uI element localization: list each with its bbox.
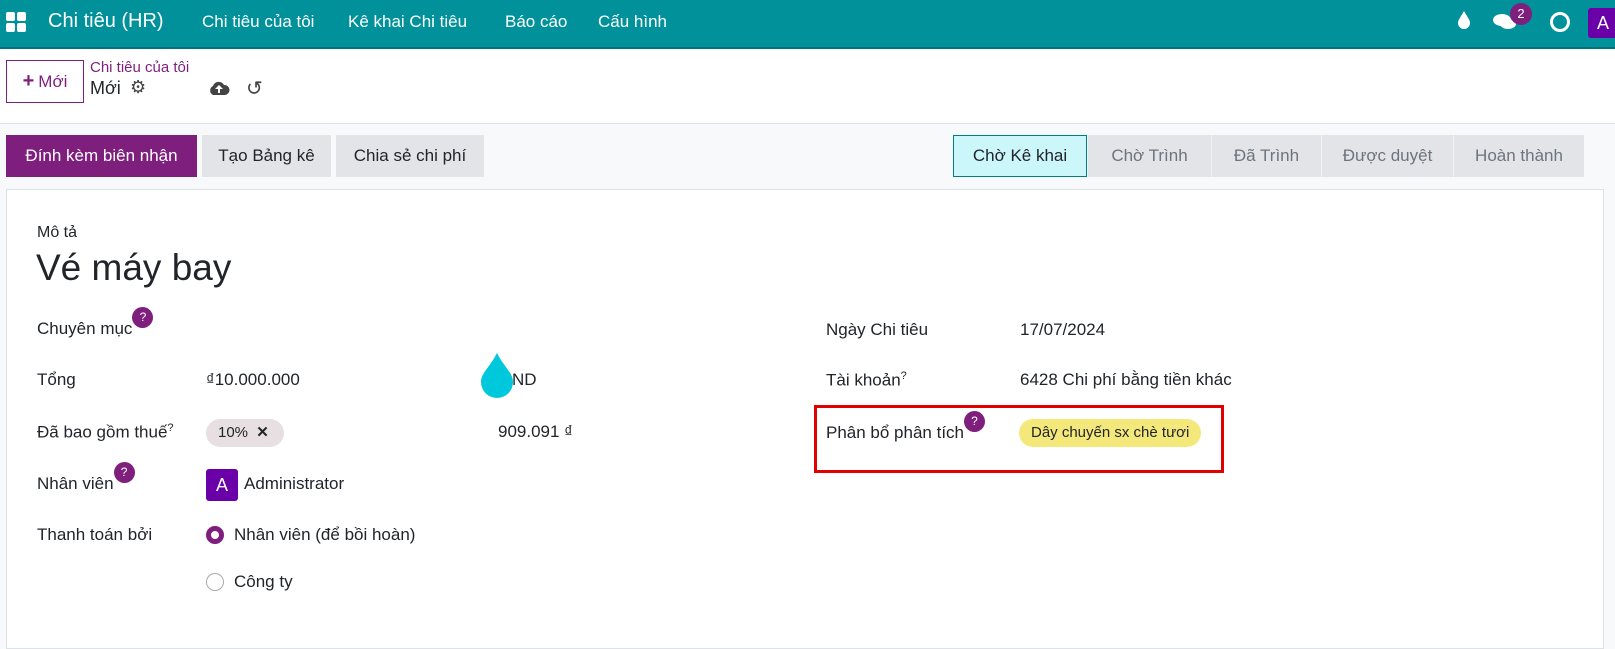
paid-by-company-label[interactable]: Công ty: [234, 572, 293, 592]
apps-menu-icon[interactable]: [6, 12, 26, 32]
paid-by-label: Thanh toán bởi: [37, 525, 153, 544]
menu-configuration[interactable]: Cấu hình: [598, 12, 667, 32]
tax-tag[interactable]: 10% ✕: [206, 419, 284, 447]
tax-amount: 909.091 ₫: [498, 422, 573, 441]
menu-reporting[interactable]: Báo cáo: [505, 12, 567, 32]
description-label: Mô tả: [37, 224, 78, 241]
paid-by-employee-radio[interactable]: [206, 526, 224, 544]
help-icon[interactable]: ?: [901, 370, 907, 382]
employee-input[interactable]: Administrator: [244, 474, 344, 494]
plus-icon: +: [22, 70, 35, 92]
new-button[interactable]: + Mới: [6, 60, 84, 103]
date-input[interactable]: 17/07/2024: [1020, 320, 1105, 340]
employee-label: Nhân viên?: [37, 462, 135, 494]
stage-done[interactable]: Hoàn thành: [1453, 135, 1584, 177]
discard-icon[interactable]: ↺: [246, 76, 263, 101]
gear-icon[interactable]: ⚙: [130, 77, 146, 98]
description-input[interactable]: Vé máy bay: [36, 247, 231, 289]
help-icon[interactable]: ?: [113, 462, 135, 483]
paid-by-company-radio[interactable]: [206, 573, 224, 591]
drop-cursor-icon: [481, 353, 513, 398]
remove-tag-icon[interactable]: ✕: [256, 424, 269, 441]
cloud-upload-icon[interactable]: [208, 80, 230, 96]
tax-label: Đã bao gồm thuế?: [37, 422, 174, 442]
control-panel: + Mới Chi tiêu của tôi Mới ⚙ ↺: [0, 49, 1615, 124]
menu-expense-reports[interactable]: Kê khai Chi tiêu: [348, 12, 467, 32]
analytic-tag[interactable]: Dây chuyến sx chè tươi: [1019, 419, 1202, 447]
help-icon[interactable]: ?: [167, 422, 173, 434]
user-avatar[interactable]: A: [1588, 8, 1615, 38]
analytic-label: Phân bổ phân tích?: [826, 411, 986, 443]
breadcrumb-parent[interactable]: Chi tiêu của tôi: [90, 59, 189, 76]
account-input[interactable]: 6428 Chi phí bằng tiền khác: [1020, 370, 1232, 390]
top-navbar: Chi tiêu (HR) Chi tiêu của tôi Kê khai C…: [0, 0, 1615, 49]
currency-field[interactable]: ND: [512, 370, 537, 390]
help-icon[interactable]: ?: [964, 411, 986, 432]
create-report-button[interactable]: Tạo Bảng kê: [202, 135, 331, 177]
category-label: Chuyên mục?: [37, 307, 154, 339]
drop-icon[interactable]: [1456, 10, 1472, 30]
employee-avatar: A: [206, 469, 238, 501]
stage-to-approve[interactable]: Chờ Trình: [1087, 135, 1211, 177]
account-label: Tài khoản?: [826, 370, 907, 390]
category-input[interactable]: [206, 316, 746, 342]
clock-icon[interactable]: [1550, 12, 1570, 32]
stage-approved[interactable]: Được duyệt: [1321, 135, 1453, 177]
attach-receipt-button[interactable]: Đính kèm biên nhận: [6, 135, 197, 177]
help-icon[interactable]: ?: [132, 307, 154, 328]
tax-tag-label: 10%: [218, 424, 249, 441]
app-title[interactable]: Chi tiêu (HR): [48, 10, 164, 33]
new-button-label: Mới: [38, 71, 68, 91]
breadcrumb-current: Mới: [90, 78, 121, 98]
status-bar: Chờ Kê khai Chờ Trình Đã Trình Được duyệ…: [953, 135, 1584, 177]
message-count-badge: 2: [1510, 3, 1532, 25]
total-label: Tổng: [37, 370, 76, 389]
stage-to-submit[interactable]: Chờ Kê khai: [953, 135, 1087, 177]
menu-my-expenses[interactable]: Chi tiêu của tôi: [202, 12, 314, 32]
paid-by-employee-label[interactable]: Nhân viên (để bồi hoàn): [234, 525, 415, 545]
total-input[interactable]: ₫10.000.000: [206, 370, 300, 390]
split-expense-button[interactable]: Chia sẻ chi phí: [336, 135, 484, 177]
date-label: Ngày Chi tiêu: [826, 320, 929, 339]
stage-submitted[interactable]: Đã Trình: [1211, 135, 1321, 177]
